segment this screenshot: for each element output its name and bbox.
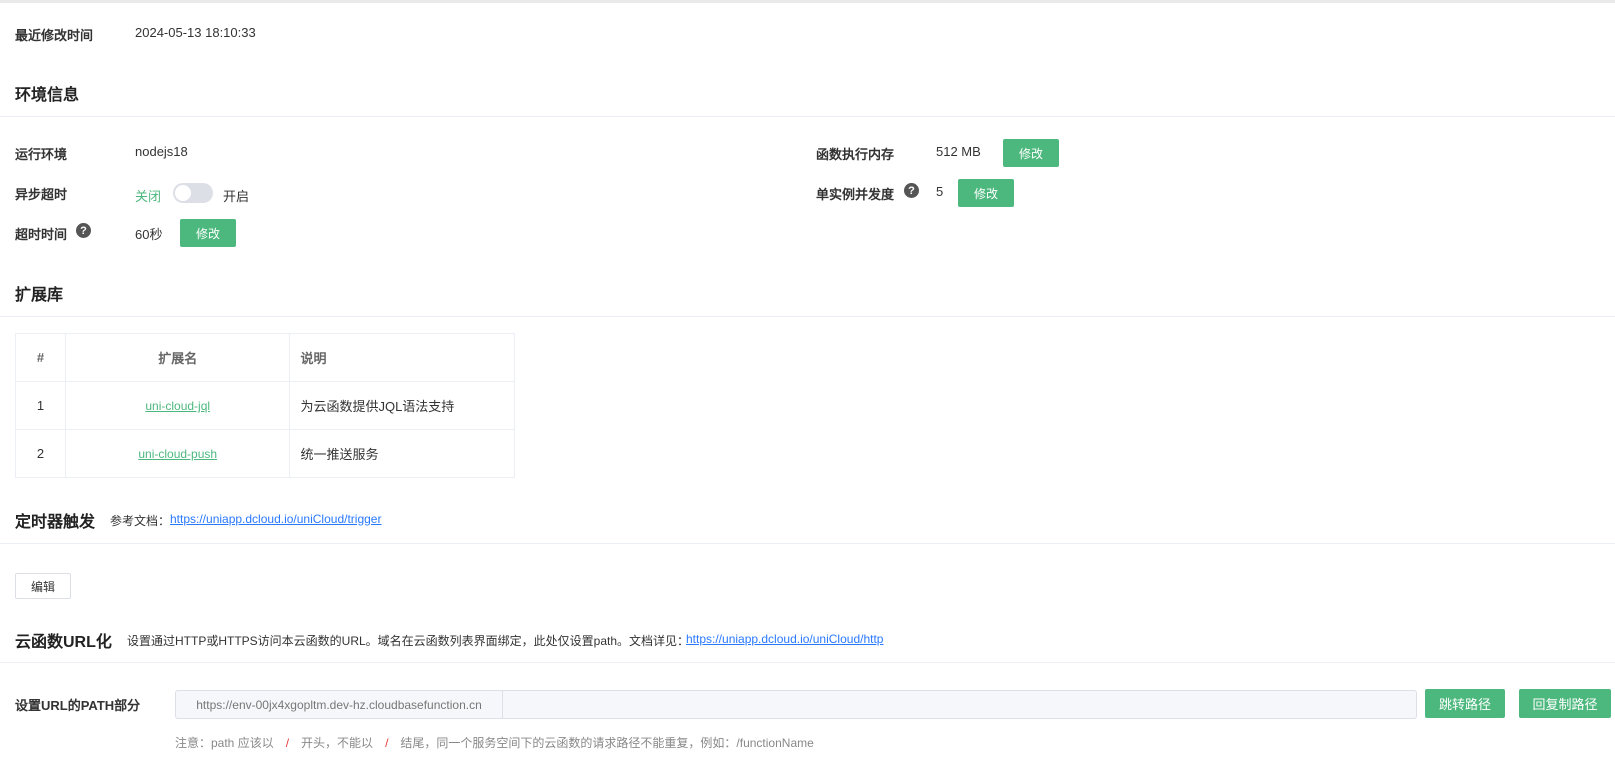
url-section-title: 云函数URL化 [15, 634, 112, 651]
extension-link[interactable]: uni-cloud-jql [145, 399, 210, 413]
modify-memory-button[interactable]: 修改 [1003, 139, 1059, 167]
url-doc-link[interactable]: https://uniapp.dcloud.io/uniCloud/http [686, 632, 883, 646]
async-on-label: 开启 [223, 189, 250, 204]
modified-label: 最近修改时间 [15, 28, 94, 43]
timeout-value: 60秒 [135, 227, 163, 242]
row-index: 1 [15, 381, 66, 430]
col-desc-header: 说明 [289, 333, 515, 382]
timer-divider [0, 543, 1615, 544]
url-path-field: https://env-00jx4xgopltm.dev-hz.cloudbas… [175, 690, 1419, 720]
modify-concurrency-button[interactable]: 修改 [958, 179, 1014, 207]
async-timeout-label: 异步超时 [15, 187, 68, 202]
edit-timer-button[interactable]: 编辑 [15, 573, 71, 599]
timeout-label: 超时时间 [15, 227, 68, 242]
help-icon[interactable]: ? [904, 183, 919, 198]
path-label: 设置URL的PATH部分 [15, 698, 141, 713]
note-text-1: 注意：path 应该以 [175, 736, 274, 750]
extension-table: # 扩展名 说明 1 uni-cloud-jql 为云函数提供JQL语法支持 2… [15, 333, 515, 478]
timer-doc-link[interactable]: https://uniapp.dcloud.io/uniCloud/trigge… [170, 512, 381, 526]
path-input[interactable] [503, 691, 1419, 720]
table-header-row: # 扩展名 说明 [15, 333, 515, 382]
memory-value: 512 MB [936, 144, 981, 159]
jump-path-button[interactable]: 跳转路径 [1425, 689, 1505, 718]
top-border [0, 0, 1615, 3]
note-slash-2: / [385, 736, 389, 750]
copy-path-button[interactable]: 回复制路径 [1519, 689, 1611, 718]
concurrency-label: 单实例并发度 [816, 187, 895, 202]
url-prefix: https://env-00jx4xgopltm.dev-hz.cloudbas… [176, 691, 503, 718]
ext-divider [0, 316, 1615, 317]
note-text-2: 开头，不能以 [301, 736, 374, 750]
url-desc: 设置通过HTTP或HTTPS访问本云函数的URL。域名在云函数列表界面绑定，此处… [127, 634, 690, 648]
table-row: 1 uni-cloud-jql 为云函数提供JQL语法支持 [15, 381, 515, 430]
timer-section-title: 定时器触发 [15, 514, 96, 531]
runtime-label: 运行环境 [15, 147, 68, 162]
async-timeout-toggle[interactable] [173, 183, 213, 203]
row-index: 2 [15, 429, 66, 478]
help-icon[interactable]: ? [76, 223, 91, 238]
row-desc: 统一推送服务 [289, 429, 515, 478]
async-off-label: 关闭 [135, 189, 162, 204]
table-row: 2 uni-cloud-push 统一推送服务 [15, 429, 515, 478]
col-index-header: # [15, 333, 66, 382]
timer-doc-label: 参考文档： [110, 514, 171, 528]
ext-section-title: 扩展库 [15, 287, 64, 304]
col-name-header: 扩展名 [64, 333, 291, 382]
note-text-3: 结尾，同一个服务空间下的云函数的请求路径不能重复，例如：/functionNam… [400, 736, 814, 750]
modified-value: 2024-05-13 18:10:33 [135, 25, 256, 40]
toggle-knob [175, 185, 191, 201]
url-divider [0, 662, 1615, 663]
memory-label: 函数执行内存 [816, 147, 895, 162]
note-slash-1: / [285, 736, 290, 750]
env-section-title: 环境信息 [15, 87, 80, 104]
extension-link[interactable]: uni-cloud-push [138, 447, 217, 461]
concurrency-value: 5 [936, 184, 944, 199]
runtime-value: nodejs18 [135, 144, 188, 159]
path-note: 注意：path 应该以 / 开头，不能以 / 结尾，同一个服务空间下的云函数的请求路径不… [175, 734, 814, 751]
env-divider [0, 116, 1615, 117]
row-desc: 为云函数提供JQL语法支持 [289, 381, 515, 430]
modify-timeout-button[interactable]: 修改 [180, 219, 236, 247]
